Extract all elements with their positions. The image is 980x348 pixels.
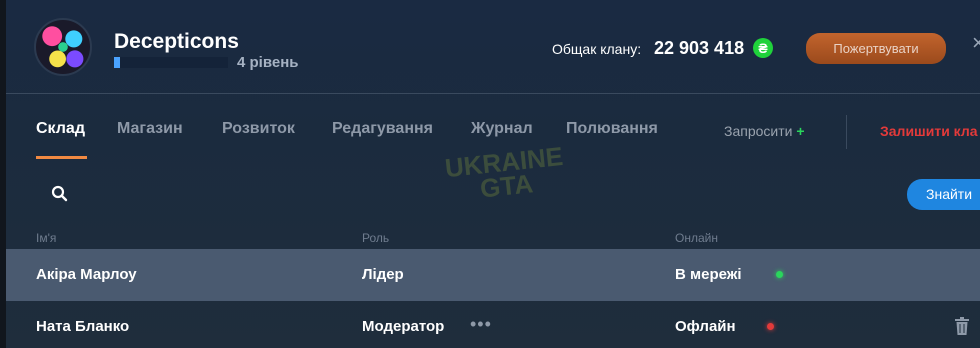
column-header-role: Роль <box>362 231 390 245</box>
plus-icon: + <box>796 123 805 139</box>
close-icon[interactable]: × <box>972 30 980 56</box>
member-status: В мережі <box>675 266 742 283</box>
online-status-dot <box>776 271 783 278</box>
invite-button[interactable]: Запросити + <box>724 123 805 139</box>
tab-development[interactable]: Розвиток <box>222 120 295 138</box>
find-button[interactable]: Знайти <box>907 179 980 210</box>
level-progress-bar <box>114 57 228 68</box>
table-row[interactable]: Акіра Марлоу Лідер В мережі <box>6 249 980 301</box>
tab-hunting[interactable]: Полювання <box>566 120 658 138</box>
treasury-label: Общак клану: <box>552 41 642 57</box>
tab-journal[interactable]: Журнал <box>471 120 533 138</box>
clan-name: Decepticons <box>114 30 239 53</box>
level-progress-fill <box>114 57 120 68</box>
offline-status-dot <box>767 323 774 330</box>
more-options-icon[interactable]: ••• <box>470 314 492 335</box>
clan-level: 4 рівень <box>237 54 299 71</box>
member-role: Лідер <box>362 266 404 283</box>
clan-header: Decepticons 4 рівень Общак клану: 22 903… <box>6 0 980 94</box>
member-name: Акіра Марлоу <box>36 266 137 283</box>
member-name: Ната Бланко <box>36 318 130 335</box>
treasury-value: 22 903 418 <box>654 38 745 58</box>
tab-storage[interactable]: Склад <box>36 120 85 138</box>
trash-icon[interactable] <box>954 317 970 335</box>
table-row[interactable]: Ната Бланко Модератор ••• Офлайн <box>6 301 980 348</box>
invite-label: Запросити <box>724 123 793 139</box>
tabs-divider <box>846 115 847 149</box>
hryvnia-icon: ₴ <box>753 38 773 58</box>
leave-clan-button[interactable]: Залишити кла <box>880 123 978 139</box>
search-icon[interactable] <box>50 184 70 204</box>
watermark-logo: UKRAINE GTA <box>444 141 567 204</box>
tab-shop[interactable]: Магазин <box>117 120 183 138</box>
column-header-name: Ім'я <box>36 231 57 245</box>
column-header-online: Онлайн <box>675 231 718 245</box>
active-tab-indicator <box>36 156 87 159</box>
donate-button[interactable]: Пожертвувати <box>806 33 946 64</box>
clan-avatar <box>34 18 92 76</box>
member-status: Офлайн <box>675 318 736 335</box>
member-role: Модератор <box>362 318 445 335</box>
tab-editing[interactable]: Редагування <box>332 120 433 138</box>
clan-panel: Decepticons 4 рівень Общак клану: 22 903… <box>6 0 980 348</box>
